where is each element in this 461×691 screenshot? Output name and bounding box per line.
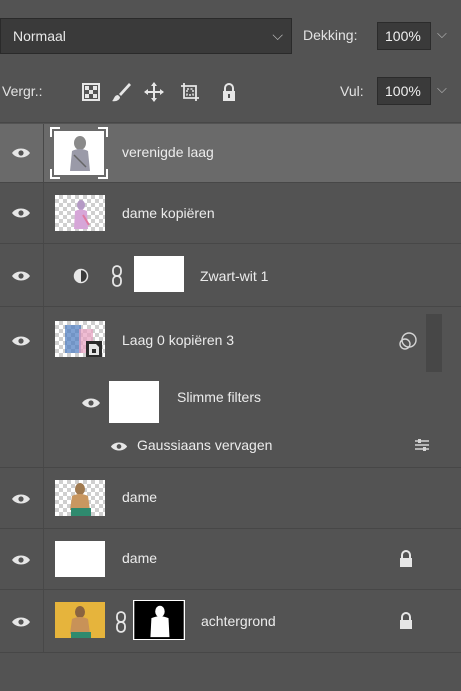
layer-thumbnail (55, 480, 105, 516)
eye-icon[interactable] (11, 493, 31, 505)
blend-row: Normaal ⌵ Dekking: 100% ⌵ (0, 14, 461, 58)
layer-row[interactable]: verenigde laag (0, 124, 461, 182)
toolbar-divider (0, 122, 461, 123)
layer-name[interactable]: verenigde laag (122, 144, 214, 160)
chain-link-icon[interactable] (115, 611, 127, 633)
chain-link-icon[interactable] (111, 265, 123, 287)
layer-row[interactable]: dame kopiëren (0, 183, 461, 243)
row-divider (0, 652, 461, 653)
layer-mask-thumbnail[interactable] (134, 256, 184, 292)
filter-blending-options-icon[interactable] (414, 437, 430, 453)
visibility-column (0, 124, 44, 182)
blend-mode-value: Normaal (13, 28, 66, 44)
lock-position-icon[interactable] (143, 81, 165, 103)
fill-chevron-icon[interactable]: ⌵ (437, 81, 447, 97)
eye-icon[interactable] (81, 397, 101, 409)
lock-label: Vergr.: (2, 83, 43, 99)
layer-group-smart-object: Laag 0 kopiëren 3 ^ Slimme filters Gauss… (0, 307, 461, 467)
blend-mode-select[interactable]: Normaal ⌵ (0, 18, 292, 54)
visibility-column (0, 529, 44, 589)
layer-thumbnail-content (74, 200, 90, 229)
opacity-label: Dekking: (303, 27, 358, 43)
layer-name[interactable]: dame kopiëren (122, 205, 215, 221)
layer-thumbnail-content (65, 325, 102, 357)
eye-icon[interactable] (11, 270, 31, 282)
layer-name[interactable]: Laag 0 kopiëren 3 (122, 332, 234, 348)
smart-filter-icon[interactable] (398, 331, 418, 351)
scrollbar-thumb[interactable] (426, 314, 442, 372)
lock-row: Vergr.: Vul: 100% ⌵ (0, 72, 461, 116)
layer-thumbnail (55, 541, 105, 577)
visibility-column (0, 307, 44, 467)
visibility-column (0, 244, 44, 306)
smart-filters-label[interactable]: Slimme filters (177, 389, 261, 405)
layer-row[interactable]: dame (0, 468, 461, 528)
opacity-input[interactable]: 100% (377, 22, 431, 50)
lock-all-icon[interactable] (218, 81, 240, 103)
smart-filters-mask-thumbnail[interactable] (109, 381, 159, 423)
visibility-column (0, 590, 44, 652)
layer-mask-thumbnail[interactable] (133, 600, 185, 640)
lock-icon (400, 550, 412, 567)
layer-name[interactable]: dame (122, 489, 157, 505)
eye-icon[interactable] (11, 147, 31, 159)
black-white-adjustment-icon (73, 268, 89, 284)
visibility-column (0, 183, 44, 243)
eye-icon[interactable] (11, 207, 31, 219)
layer-thumbnail-content (70, 483, 91, 516)
chevron-down-icon: ⌵ (272, 27, 283, 43)
fill-value: 100% (385, 83, 421, 99)
layers-panel: Normaal ⌵ Dekking: 100% ⌵ Vergr.: Vul: 1… (0, 0, 461, 691)
lock-icon (400, 612, 412, 629)
layer-name[interactable]: Zwart-wit 1 (200, 268, 268, 284)
layer-thumbnail (55, 195, 105, 231)
eye-icon[interactable] (11, 554, 31, 566)
eye-icon[interactable] (11, 335, 31, 347)
layer-thumbnail (50, 127, 108, 179)
opacity-chevron-icon[interactable]: ⌵ (437, 26, 447, 42)
filter-name[interactable]: Gaussiaans vervagen (137, 437, 272, 453)
layer-name[interactable]: dame (122, 550, 157, 566)
prevent-auto-nesting-icon[interactable] (179, 81, 201, 103)
fill-label: Vul: (340, 83, 364, 99)
eye-icon[interactable] (110, 441, 128, 452)
lock-image-pixels-icon[interactable] (110, 81, 132, 103)
layer-row[interactable]: dame (0, 529, 461, 589)
fill-input[interactable]: 100% (377, 77, 431, 105)
lock-transparent-pixels-icon[interactable] (80, 81, 102, 103)
layer-row[interactable]: Zwart-wit 1 (0, 244, 461, 306)
opacity-value: 100% (385, 28, 421, 44)
layer-row[interactable]: achtergrond (0, 590, 461, 652)
eye-icon[interactable] (11, 616, 31, 628)
visibility-column (0, 468, 44, 528)
layer-thumbnail (55, 602, 105, 638)
layer-name[interactable]: achtergrond (201, 613, 276, 629)
layer-thumbnail[interactable] (55, 321, 105, 357)
